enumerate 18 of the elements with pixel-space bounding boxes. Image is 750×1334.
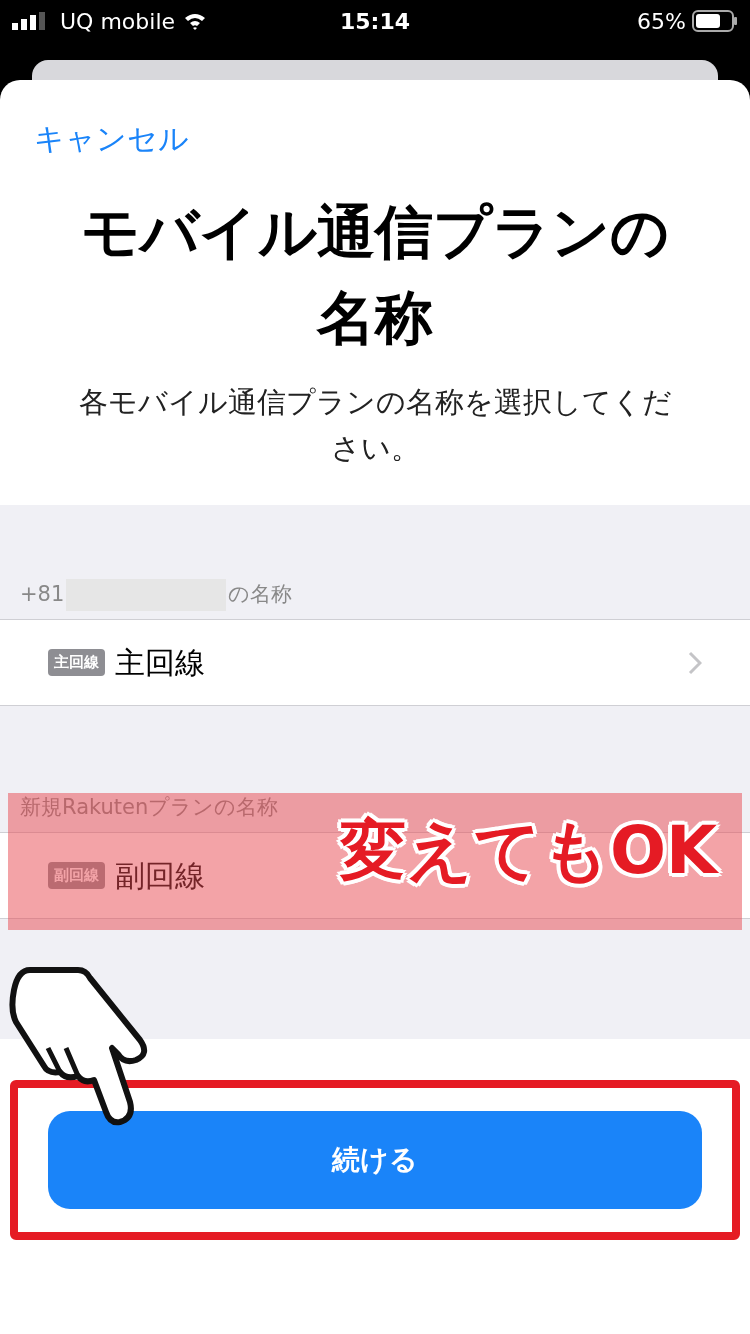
section-header: +81 <box>20 581 65 609</box>
wifi-icon <box>183 12 208 30</box>
plan-row[interactable]: 副回線 副回線 <box>48 853 205 898</box>
plan-row[interactable]: 主回線 主回線 <box>48 640 205 685</box>
carrier-name: UQ mobile <box>60 7 176 36</box>
cancel-link[interactable]: キャンセル <box>34 121 189 156</box>
plan-name: 主回線 <box>115 644 205 682</box>
page-subtitle: 各モバイル通信プランの名称を選択してください。 <box>77 384 673 467</box>
plan-name: 副回線 <box>115 857 205 895</box>
section-header: の名称 <box>228 581 293 609</box>
line-badge: 主回線 <box>48 649 105 676</box>
battery-percent: 65% <box>637 7 686 36</box>
line-badge: 副回線 <box>48 862 105 889</box>
battery-icon <box>692 10 738 32</box>
clock-time: 15:14 <box>340 7 410 36</box>
annotation-text: 変えてもOK <box>340 818 718 884</box>
page-title: モバイル通信プランの名称 <box>80 197 670 354</box>
continue-button[interactable]: 続ける <box>48 1111 702 1209</box>
